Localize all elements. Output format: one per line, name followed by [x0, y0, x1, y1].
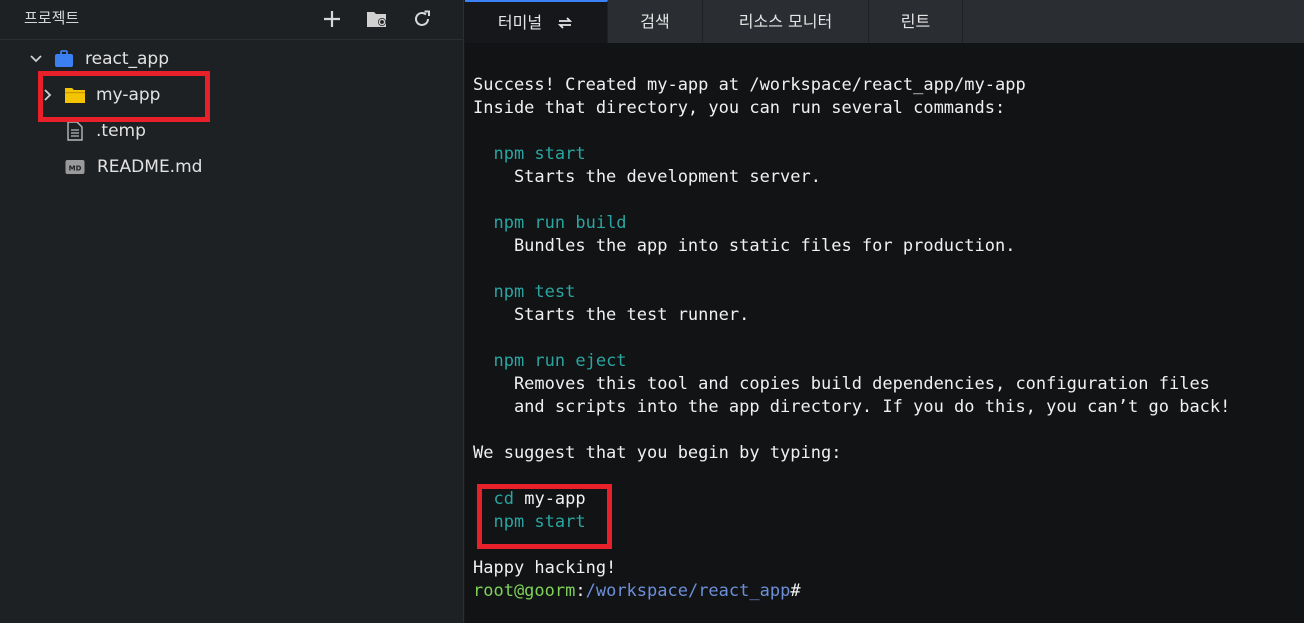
tab-lint[interactable]: 린트 — [869, 0, 963, 43]
markdown-file-icon: MD — [65, 159, 85, 175]
terminal-line: npm run eject — [473, 350, 1298, 373]
prompt-separator: : — [575, 581, 586, 601]
command-text: npm run eject — [493, 351, 627, 371]
prompt-suffix: # — [790, 581, 801, 601]
tree-item-label: react_app — [85, 49, 170, 69]
file-icon — [67, 121, 83, 141]
terminal-line: Bundles the app into static files for pr… — [473, 236, 1016, 256]
folder-icon — [64, 86, 86, 104]
refresh-icon — [415, 10, 430, 26]
command-text: npm start — [493, 512, 586, 532]
terminal-line: npm start — [473, 143, 1298, 166]
tree-item-my-app[interactable]: my-app — [0, 80, 464, 110]
bottom-panel: 터미널 검색 리소스 모니터 린트 Success! Created my-ap… — [465, 0, 1304, 623]
terminal-line: Removes this tool and copies build depen… — [473, 374, 1210, 394]
tab-resource-monitor[interactable]: 리소스 모니터 — [703, 0, 869, 43]
project-explorer-header: 프로젝트 — [0, 0, 464, 40]
command-text: npm test — [493, 282, 576, 302]
tab-label: 리소스 모니터 — [738, 11, 833, 31]
chevron-right-icon[interactable] — [42, 88, 54, 102]
terminal-line: Inside that directory, you can run sever… — [473, 98, 1006, 118]
tab-label: 린트 — [900, 11, 931, 31]
tab-terminal[interactable]: 터미널 — [465, 0, 608, 43]
tree-item-label: my-app — [96, 85, 161, 105]
terminal-line: We suggest that you begin by typing: — [473, 443, 842, 463]
command-text: cd — [493, 489, 514, 509]
panel-tabbar: 터미널 검색 리소스 모니터 린트 — [465, 0, 1304, 43]
sync-icon[interactable] — [556, 15, 574, 31]
terminal-line: npm test — [473, 281, 1298, 304]
tree-item-temp[interactable]: .temp — [0, 116, 464, 146]
plus-icon — [324, 11, 340, 27]
project-explorer: 프로젝트 react_app my-app .temp MD README.md — [0, 0, 464, 623]
terminal-line: npm start — [473, 511, 1298, 534]
add-file-button[interactable] — [319, 6, 345, 32]
terminal-output[interactable]: Success! Created my-app at /workspace/re… — [473, 74, 1298, 603]
svg-text:MD: MD — [69, 165, 82, 173]
command-text: npm start — [493, 144, 586, 164]
chevron-down-icon[interactable] — [29, 52, 43, 66]
project-icon — [54, 50, 74, 68]
command-argument: my-app — [524, 489, 586, 509]
prompt-path: /workspace/react_app — [585, 581, 791, 601]
tree-item-label: README.md — [97, 157, 203, 177]
refresh-button[interactable] — [409, 6, 435, 32]
folder-settings-icon — [367, 12, 386, 27]
prompt-user: root@goorm — [473, 581, 576, 601]
tree-item-label: .temp — [96, 121, 146, 141]
tree-item-react-app[interactable]: react_app — [0, 44, 464, 74]
terminal-line: npm run build — [473, 212, 1298, 235]
terminal-prompt[interactable]: root@goorm:/workspace/react_app# — [473, 580, 1298, 603]
terminal-line: Starts the test runner. — [473, 305, 750, 325]
command-text: npm run build — [493, 213, 627, 233]
tree-item-readme[interactable]: MD README.md — [0, 152, 464, 182]
terminal-line: and scripts into the app directory. If y… — [473, 397, 1231, 417]
terminal-line: Starts the development server. — [473, 167, 821, 187]
terminal-line: Success! Created my-app at /workspace/re… — [473, 75, 1026, 95]
tab-search[interactable]: 검색 — [608, 0, 703, 43]
terminal-line: cd my-app — [473, 488, 1298, 511]
terminal-line: Happy hacking! — [473, 558, 617, 578]
project-explorer-title: 프로젝트 — [24, 9, 80, 27]
tab-label: 검색 — [640, 11, 670, 31]
tab-label: 터미널 — [497, 12, 543, 32]
new-folder-button[interactable] — [364, 6, 390, 32]
